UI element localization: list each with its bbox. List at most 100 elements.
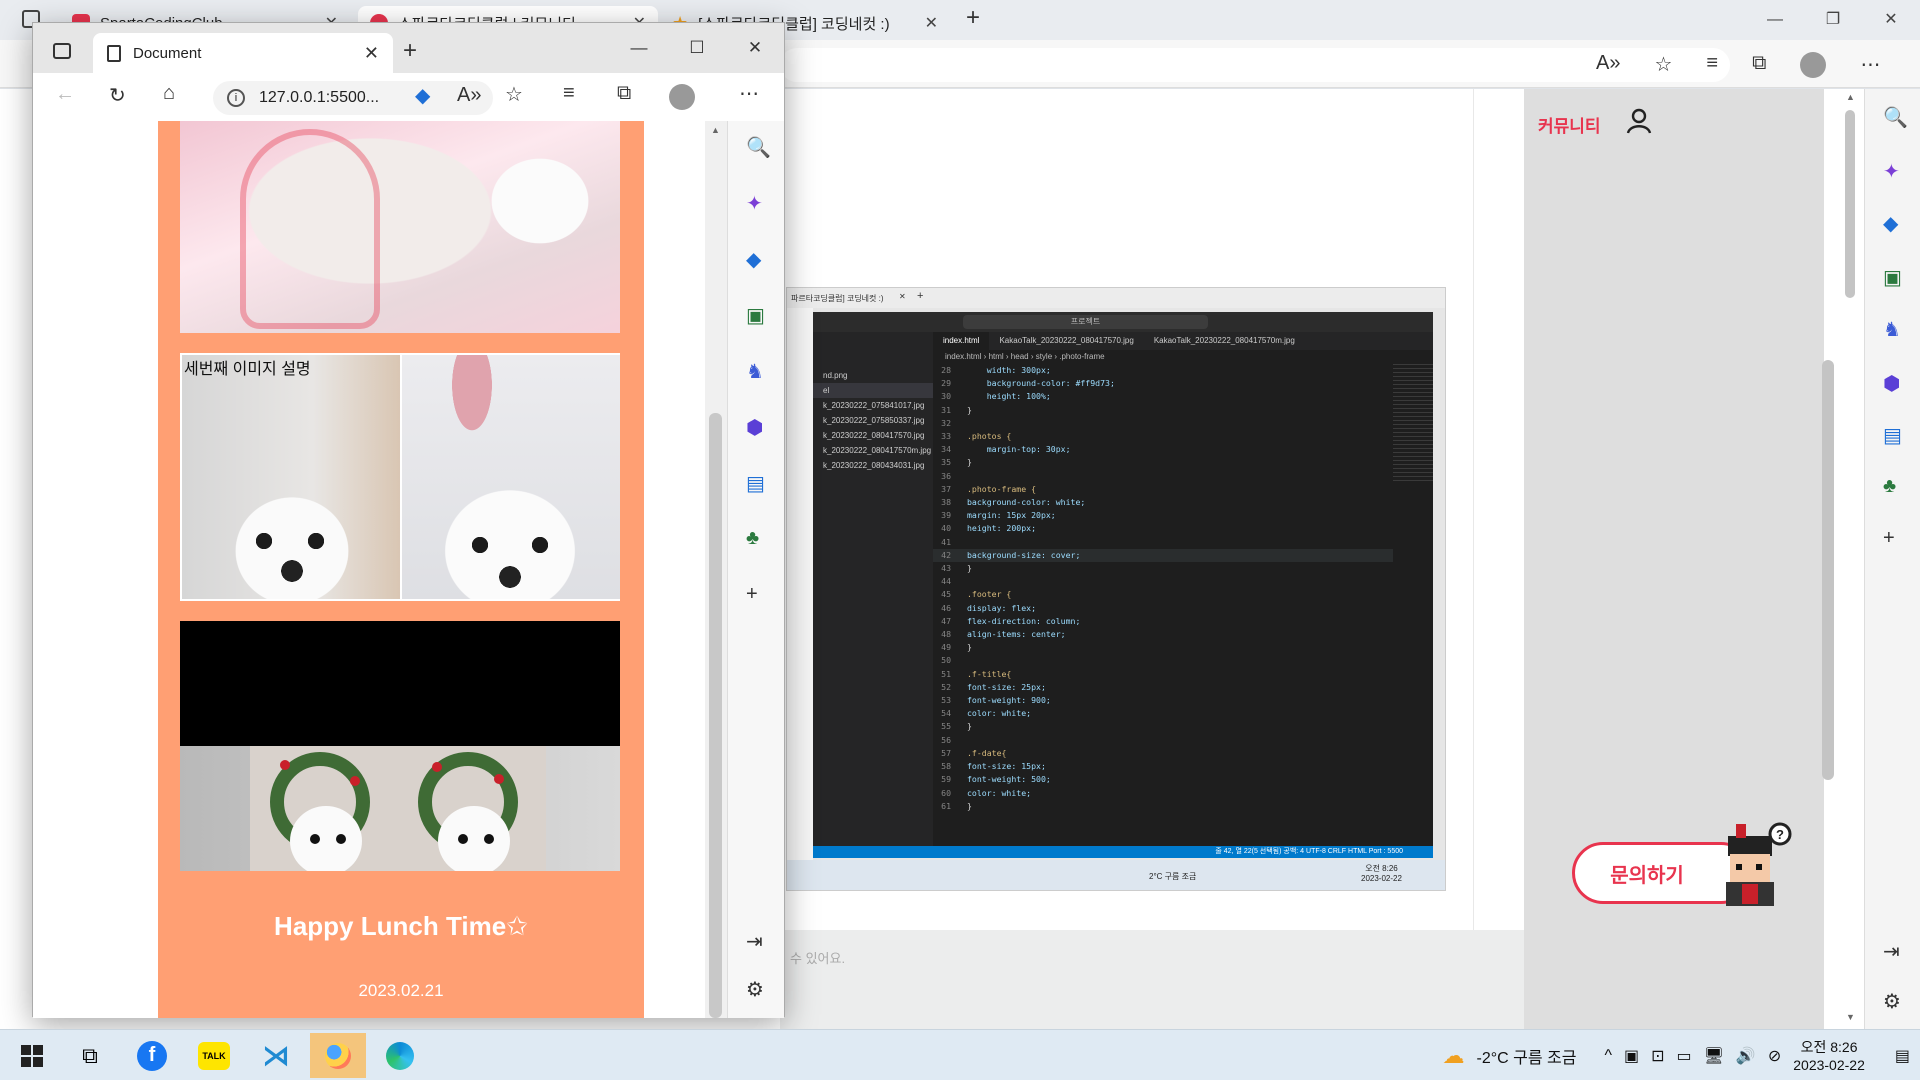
new-tab-icon[interactable]: +	[403, 37, 417, 65]
split-icon[interactable]: ⇥	[746, 929, 763, 954]
code-line: 37 .photo-frame {	[933, 483, 1393, 496]
photo-frame-dog-1	[180, 121, 620, 333]
outlook-icon[interactable]: ▤	[746, 471, 765, 496]
line-number: 54	[941, 708, 951, 719]
volume-icon[interactable]: 🔊	[1736, 1046, 1756, 1066]
info-icon[interactable]: i	[227, 89, 245, 107]
vscode-explorer: nd.png el k_20230222_075841017.jpg k_202…	[813, 332, 933, 846]
notification-icon[interactable]: ▤	[1895, 1046, 1910, 1066]
photos-icon[interactable]	[310, 1033, 366, 1078]
refresh-icon[interactable]: ↻	[109, 83, 126, 108]
scroll-thumb[interactable]	[709, 413, 722, 1018]
minimize-icon[interactable]: —	[610, 23, 668, 73]
toolbox-icon[interactable]: ▣	[746, 303, 765, 328]
sparkle-icon[interactable]: ✦	[1883, 159, 1900, 184]
office-icon[interactable]: ⬢	[746, 415, 763, 440]
facebook-icon[interactable]: f	[124, 1033, 180, 1078]
vscode-icon[interactable]: ⋊	[248, 1033, 304, 1078]
restore-icon[interactable]: ❐	[1804, 0, 1862, 40]
background-scroll-thumb[interactable]	[1822, 360, 1834, 780]
close-window-icon[interactable]: ✕	[726, 23, 784, 73]
line-text: height: 200px;	[967, 523, 1037, 534]
line-text: margin: 15px 20px;	[967, 510, 1056, 521]
toolbox-icon[interactable]: ▣	[1883, 265, 1902, 290]
gear-icon[interactable]: ⚙	[746, 977, 764, 1002]
edge-icon[interactable]	[372, 1033, 428, 1078]
sparkle-icon[interactable]: ✦	[746, 191, 763, 216]
line-number: 46	[941, 602, 951, 613]
home-icon[interactable]: ⌂	[163, 82, 175, 105]
foreground-browser-window: Document ✕ + — ☐ ✕ ← ↻ ⌂ ≡ ⧉ ⋯ i 127.0.0…	[32, 22, 785, 1018]
line-text: font-weight: 900;	[967, 695, 1051, 706]
close-icon[interactable]: ✕	[364, 43, 379, 64]
new-tab-icon[interactable]: +	[966, 4, 980, 32]
tab-actions-icon[interactable]	[53, 43, 71, 59]
close-icon[interactable]: ✕	[925, 13, 938, 33]
close-window-icon[interactable]: ✕	[1862, 0, 1920, 40]
address-text[interactable]: 127.0.0.1:5500...	[259, 89, 379, 107]
search-icon[interactable]: 🔍	[746, 135, 771, 160]
kakaotalk-icon[interactable]: TALK	[186, 1033, 242, 1078]
capture-icon[interactable]: ⊡	[1651, 1046, 1664, 1066]
plus-icon[interactable]: +	[746, 583, 758, 606]
search-icon[interactable]: 🔍	[1883, 105, 1908, 130]
line-text: align-items: center;	[967, 629, 1066, 640]
code-line: 36	[933, 470, 1393, 483]
line-number: 28	[941, 365, 951, 375]
read-aloud-icon[interactable]: A»	[457, 84, 481, 107]
gear-icon[interactable]: ⚙	[1883, 989, 1901, 1014]
profile-avatar[interactable]	[1800, 52, 1827, 78]
camera-icon[interactable]: ▣	[1624, 1046, 1639, 1066]
code-line: 46 display: flex;	[933, 602, 1393, 615]
heart-doodle	[240, 129, 380, 329]
line-text: .footer {	[967, 589, 1012, 600]
back-icon[interactable]: ←	[55, 83, 75, 106]
community-link[interactable]: 커뮤니티	[1538, 112, 1601, 137]
foreground-address-bar[interactable]: i 127.0.0.1:5500...	[213, 81, 493, 115]
add-favorite-icon[interactable]: ☆	[1654, 52, 1672, 78]
line-text: color: white;	[967, 787, 1032, 798]
collections-icon[interactable]: ⧉	[617, 82, 631, 105]
plus-icon[interactable]: +	[1883, 527, 1895, 550]
collections-icon[interactable]: ⧉	[1752, 52, 1766, 78]
chess-icon[interactable]: ♞	[746, 359, 764, 384]
user-icon[interactable]	[1626, 108, 1652, 134]
network-icon[interactable]: 🖥	[1704, 1046, 1724, 1066]
maximize-icon[interactable]: ☐	[668, 23, 726, 73]
windows-start-icon[interactable]	[4, 1033, 60, 1078]
foreground-window-controls: — ☐ ✕	[610, 23, 784, 73]
tree-icon[interactable]: ♣	[746, 527, 759, 550]
background-scrollbar[interactable]: ▲ ▼	[1842, 92, 1858, 1022]
chevron-up-icon[interactable]: ^	[1604, 1047, 1612, 1065]
outlook-icon[interactable]: ▤	[1883, 423, 1902, 448]
read-aloud-icon[interactable]: A»	[1596, 52, 1620, 78]
tag-icon[interactable]: ◆	[1883, 211, 1898, 236]
weather-text[interactable]: -2°C 구름 조금	[1476, 1044, 1576, 1068]
battery-icon[interactable]: ▭	[1676, 1046, 1691, 1066]
line-number: 53	[941, 695, 951, 706]
line-text: margin-top: 30px;	[967, 444, 1071, 455]
split-icon[interactable]: ⇥	[1883, 939, 1900, 964]
add-favorite-icon[interactable]: ☆	[505, 82, 523, 107]
clock[interactable]: 오전 8:26 2023-02-22	[1793, 1038, 1865, 1074]
wreath-dog-left	[250, 746, 398, 871]
tag-icon[interactable]: ◆	[746, 247, 761, 272]
profile-avatar[interactable]	[669, 84, 695, 110]
document-tab[interactable]: Document ✕	[93, 33, 393, 73]
tree-icon[interactable]: ♣	[1883, 475, 1896, 498]
background-address-bar[interactable]	[780, 48, 1730, 82]
favorites-icon[interactable]: ≡	[1706, 52, 1718, 78]
mute-icon[interactable]: ⊘	[1768, 1046, 1781, 1066]
line-text: background-size: cover;	[967, 549, 1081, 560]
favorites-icon[interactable]: ≡	[563, 82, 575, 105]
office-icon[interactable]: ⬢	[1883, 371, 1900, 396]
more-icon[interactable]: ⋯	[739, 81, 759, 106]
task-view-icon[interactable]: ⧉	[62, 1033, 118, 1078]
embedded-tab-bar: 파르타코딩클럽] 코딩네컷 :) ✕ +	[787, 288, 1445, 308]
code-line: 59 font-weight: 500;	[933, 773, 1393, 786]
minimize-icon[interactable]: —	[1746, 0, 1804, 40]
more-icon[interactable]: ⋯	[1860, 52, 1880, 78]
weather-icon[interactable]: ☁	[1442, 1043, 1464, 1069]
coupon-tag-icon[interactable]: ◆	[415, 83, 430, 108]
chess-icon[interactable]: ♞	[1883, 317, 1901, 342]
